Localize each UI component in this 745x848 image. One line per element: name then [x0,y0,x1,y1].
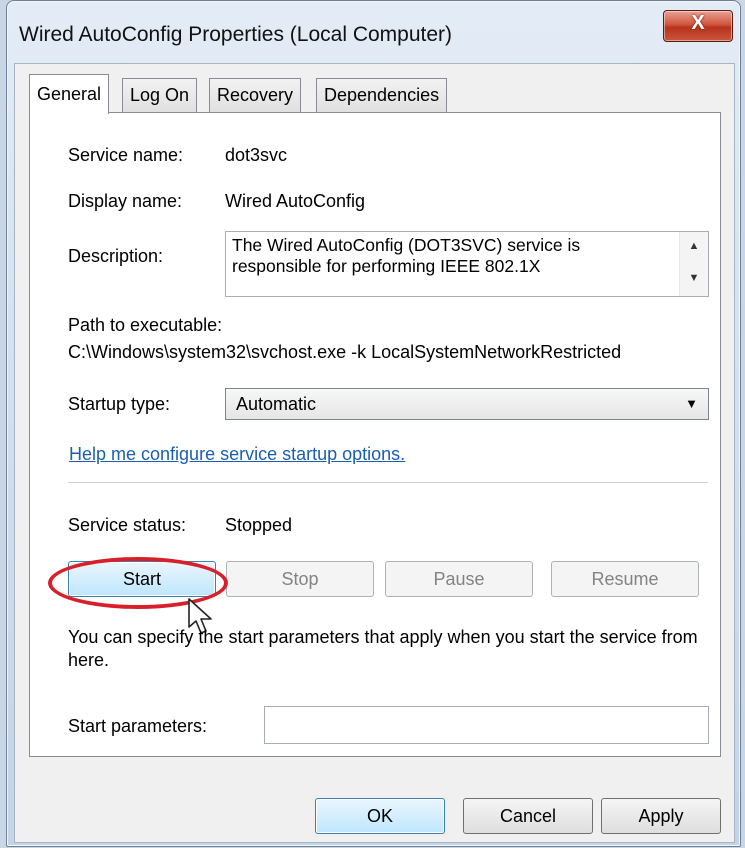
tab-recovery[interactable]: Recovery [209,78,302,112]
startup-type-value: Automatic [236,394,317,414]
close-icon: X [691,12,705,34]
title-bar[interactable]: Wired AutoConfig Properties (Local Compu… [7,1,740,71]
help-startup-link[interactable]: Help me configure service startup option… [69,444,405,465]
scroll-up-icon[interactable]: ▲ [680,240,708,252]
tab-general[interactable]: General [29,74,110,114]
description-text: The Wired AutoConfig (DOT3SVC) service i… [232,235,581,276]
stop-button[interactable]: Stop [226,561,374,597]
ok-button[interactable]: OK [315,798,445,834]
resume-button[interactable]: Resume [551,561,699,597]
apply-button[interactable]: Apply [601,798,721,834]
display-name-label: Display name: [68,191,183,211]
chevron-down-icon: ▼ [685,396,698,411]
dialog-client-area: General Log On Recovery Dependencies Ser… [14,63,735,843]
close-button[interactable]: X [663,10,733,42]
service-status-value: Stopped [225,515,293,535]
service-status-label: Service status: [68,515,187,535]
pause-button[interactable]: Pause [385,561,533,597]
tab-log-on[interactable]: Log On [122,78,198,112]
start-params-label: Start parameters: [68,716,208,736]
description-scrollbar[interactable]: ▲ ▼ [679,232,708,296]
startup-type-select[interactable]: Automatic ▼ [225,388,709,420]
scroll-down-icon[interactable]: ▼ [680,272,708,284]
general-tab-panel: Service name: dot3svc Display name: Wire… [29,112,721,757]
properties-dialog: Wired AutoConfig Properties (Local Compu… [6,0,741,847]
window-title: Wired AutoConfig Properties (Local Compu… [19,23,453,46]
cancel-button[interactable]: Cancel [463,798,593,834]
startup-type-label: Startup type: [68,394,171,414]
start-params-input[interactable] [264,706,709,744]
service-name-label: Service name: [68,145,184,165]
display-name-value: Wired AutoConfig [225,191,366,211]
description-label: Description: [68,246,164,266]
service-name-value: dot3svc [225,145,288,165]
description-textbox[interactable]: The Wired AutoConfig (DOT3SVC) service i… [225,231,709,297]
divider [68,482,708,483]
path-value: C:\Windows\system32\svchost.exe -k Local… [68,342,622,362]
start-params-note: You can specify the start parameters tha… [68,627,698,670]
path-label: Path to executable: [68,315,223,335]
tab-dependencies[interactable]: Dependencies [316,78,448,112]
